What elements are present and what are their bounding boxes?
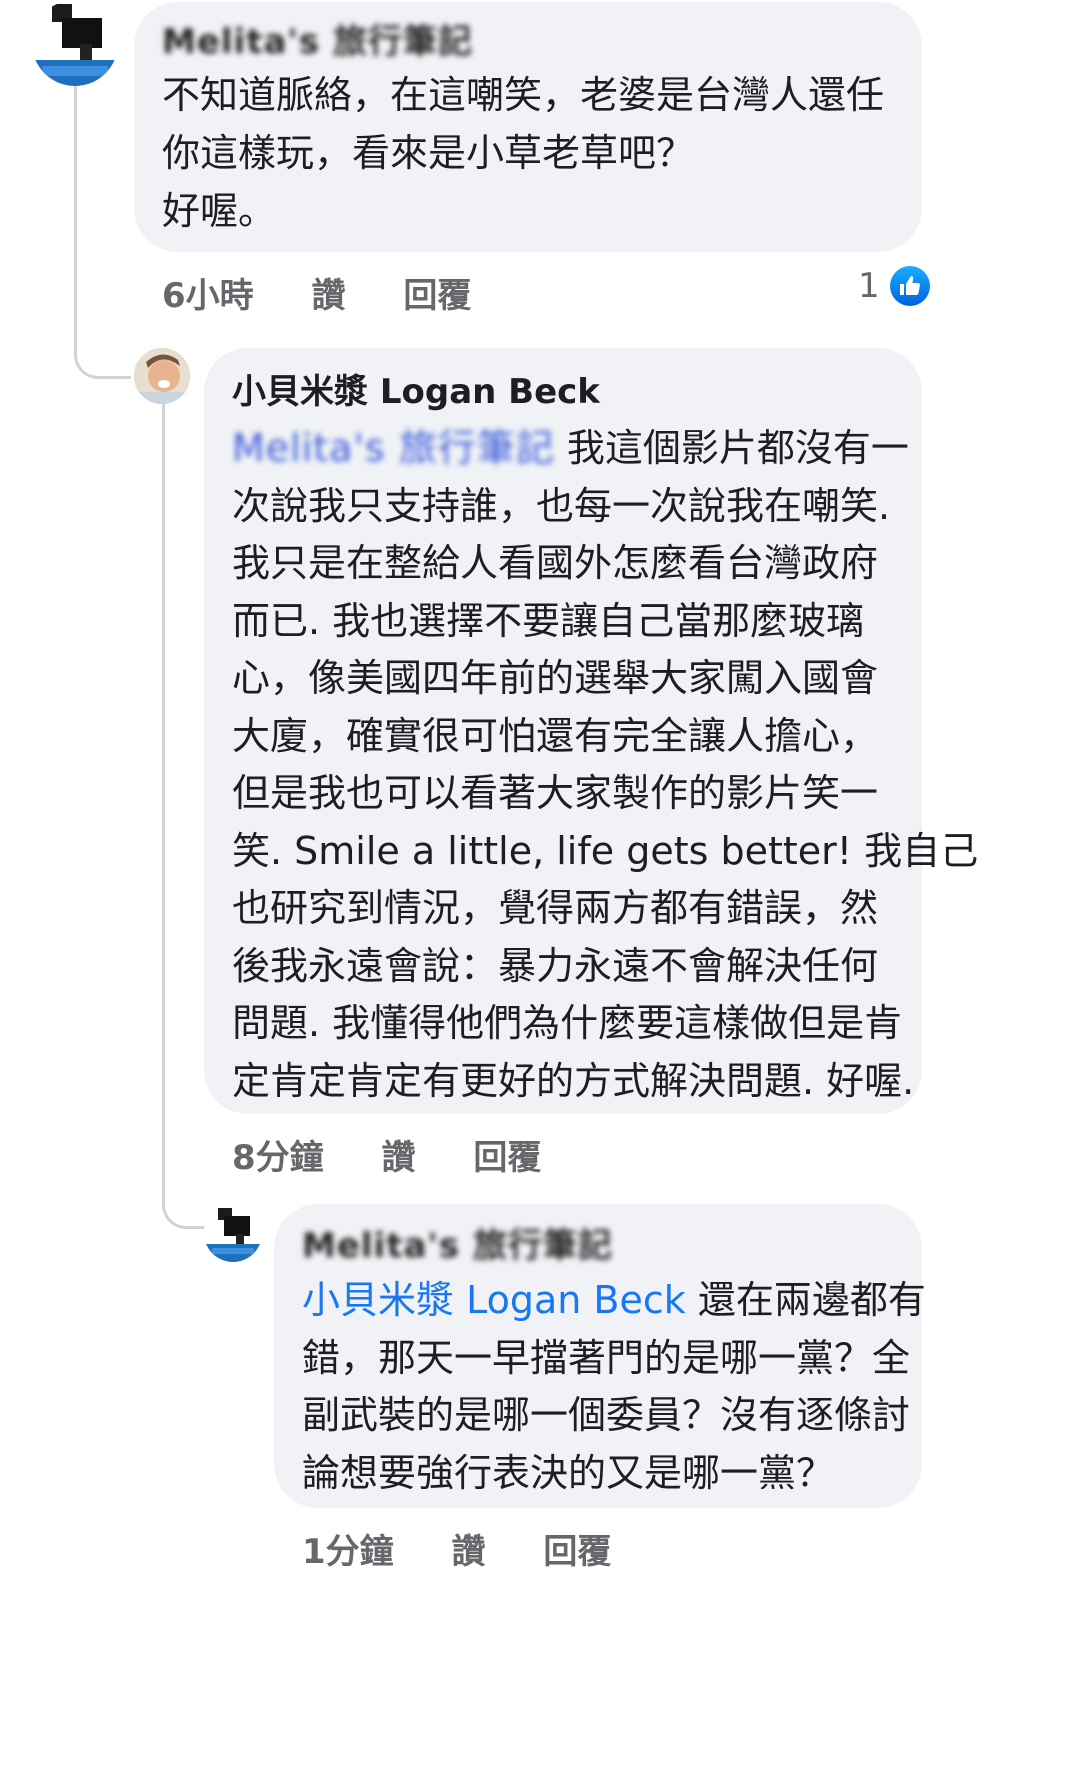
mention-link[interactable]: Melita's 旅行筆記 [232,426,555,470]
comment-text: 我這個影片都沒有一 [554,426,909,470]
comment-line: 小貝米漿 Logan Beck 還在兩邊都有 [302,1272,926,1330]
comment-bubble-1: Melita's 旅行筆記 不知道脈絡，在這嘲笑，老婆是台灣人還任 你這樣玩，看… [134,2,922,252]
like-button[interactable]: 讚 [452,1524,486,1573]
comment-line: 不知道脈絡，在這嘲笑，老婆是台灣人還任 [162,73,885,117]
comment-text: 還在兩邊都有 [685,1278,926,1322]
avatar-melita[interactable] [32,0,118,86]
avatar-logan-beck[interactable] [134,348,190,404]
like-button[interactable]: 讚 [312,268,346,317]
comment-author[interactable]: 小貝米漿 Logan Beck [232,370,922,414]
comment-line: 笑. Smile a little, life gets better! 我自己 [232,828,979,873]
comment-meta-1: 6小時 讚 回覆 [162,268,471,317]
comment-line: 你這樣玩，看來是小草老草吧？ [162,131,695,175]
thread-line-main [74,70,131,379]
reply-button[interactable]: 回覆 [403,268,471,317]
comment-line: 論想要強行表決的又是哪一黨？ [302,1450,835,1495]
comment-body: Melita's 旅行筆記 我這個影片都沒有一 次說我只支持誰，也每一次說我在嘲… [232,420,979,1110]
comment-body: 小貝米漿 Logan Beck 還在兩邊都有 錯，那天一早擋著門的是哪一黨？全 … [302,1272,926,1502]
reaction-count: 1 [858,266,880,306]
comment-meta-3: 1分鐘 讚 回覆 [302,1524,611,1573]
comment-line: 而已. 我也選擇不要讓自己當那麼玻璃 [232,598,865,643]
comment-timestamp[interactable]: 1分鐘 [302,1524,394,1573]
comment-line: 問題. 我懂得他們為什麼要這樣做但是肯 [232,1001,903,1045]
logan-avatar-icon [134,348,190,404]
comment-line: 大廈，確實很可怕還有完全讓人擔心， [232,713,879,758]
comment-line: 心，像美國四年前的選舉大家闖入國會 [232,656,879,700]
reply-button[interactable]: 回覆 [473,1130,541,1179]
thread-line-reply [162,396,209,1229]
comment-line: 錯，那天一早擋著門的是哪一黨？全 [302,1335,911,1380]
comment-line: 好喔。 [162,189,277,233]
reaction-summary[interactable]: 1 [858,266,930,306]
comment-timestamp[interactable]: 6小時 [162,268,254,317]
comment-line: 副武裝的是哪一個委員？沒有逐條討 [302,1393,911,1437]
melita-avatar-icon [204,1204,262,1262]
reply-button[interactable]: 回覆 [543,1524,611,1573]
comment-body: 不知道脈絡，在這嘲笑，老婆是台灣人還任 你這樣玩，看來是小草老草吧？ 好喔。 [162,66,898,240]
comment-line: 也研究到情況，覺得兩方都有錯誤，然 [232,886,879,930]
comment-line: 我只是在整給人看國外怎麼看台灣政府 [232,541,879,585]
comment-line: 後我永遠會說：暴力永遠不會解決任何 [232,943,879,988]
comment-author[interactable]: Melita's 旅行筆記 [302,1224,922,1268]
comment-author[interactable]: Melita's 旅行筆記 [162,20,898,64]
comment-timestamp[interactable]: 8分鐘 [232,1130,324,1179]
avatar-melita[interactable] [204,1204,262,1262]
comment-line: 定肯定肯定有更好的方式解決問題. 好喔. [232,1058,915,1103]
comment-line: Melita's 旅行筆記 我這個影片都沒有一 [232,420,922,478]
like-button[interactable]: 讚 [382,1130,416,1179]
comment-bubble-2: 小貝米漿 Logan Beck Melita's 旅行筆記 我這個影片都沒有一 … [204,348,979,1114]
mention-link[interactable]: 小貝米漿 Logan Beck [302,1278,686,1322]
comment-meta-2: 8分鐘 讚 回覆 [232,1130,541,1179]
comment-bubble-3: Melita's 旅行筆記 小貝米漿 Logan Beck 還在兩邊都有 錯，那… [274,1204,926,1508]
comment-line: 次說我只支持誰，也每一次說我在嘲笑. [232,483,891,528]
melita-avatar-icon [32,0,118,86]
comment-line: 但是我也可以看著大家製作的影片笑一 [232,771,879,815]
like-reaction-icon [889,266,930,306]
